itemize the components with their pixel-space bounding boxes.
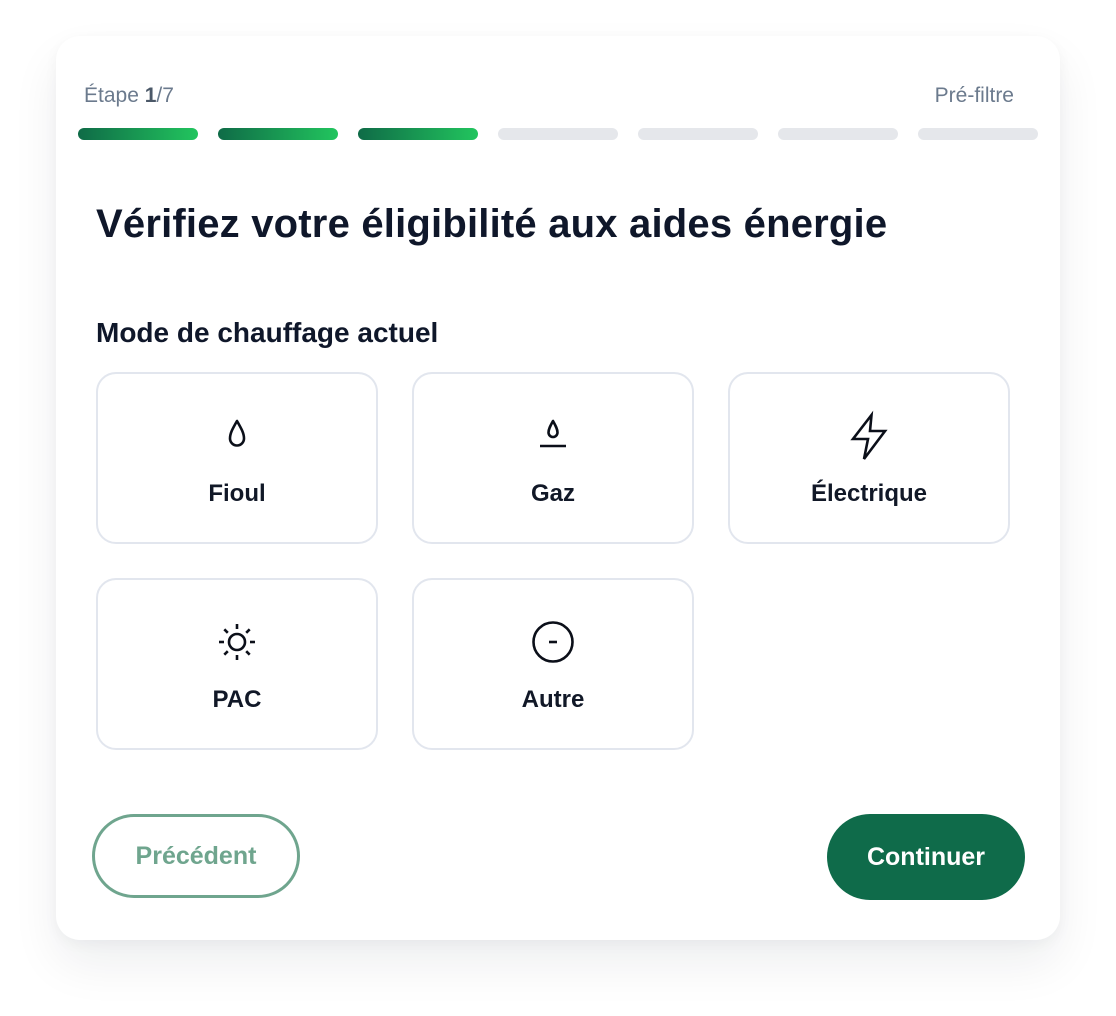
- page-title: Vérifiez votre éligibilité aux aides éne…: [96, 202, 888, 246]
- progress-segment-7: [918, 128, 1038, 140]
- progress-segment-3: [358, 128, 478, 140]
- option-electrique[interactable]: Électrique: [728, 372, 1010, 544]
- continue-button[interactable]: Continuer: [827, 814, 1025, 900]
- step-total: /7: [156, 84, 174, 107]
- option-label: Électrique: [810, 480, 928, 507]
- option-label: PAC: [212, 686, 262, 713]
- previous-button[interactable]: Précédent: [92, 814, 300, 898]
- minus-circle-icon: [527, 616, 579, 668]
- progress-segment-1: [78, 128, 198, 140]
- section-tag: Pré-filtre: [934, 84, 1014, 107]
- droplet-icon: [211, 410, 263, 462]
- option-autre[interactable]: Autre: [412, 578, 694, 750]
- lightning-bolt-icon: [843, 410, 895, 462]
- option-pac[interactable]: PAC: [96, 578, 378, 750]
- option-gaz[interactable]: Gaz: [412, 372, 694, 544]
- step-prefix: Étape: [84, 84, 145, 107]
- step-current: 1: [144, 84, 157, 107]
- progress-segment-2: [218, 128, 338, 140]
- step-indicator: Étape 1/7: [84, 84, 174, 108]
- question-label: Mode de chauffage actuel: [96, 317, 439, 348]
- option-label: Autre: [521, 686, 585, 713]
- option-label: Fioul: [208, 480, 266, 507]
- gas-flame-icon: [527, 410, 579, 462]
- option-fioul[interactable]: Fioul: [96, 372, 378, 544]
- progress-bar: [78, 128, 1038, 140]
- sun-icon: [211, 616, 263, 668]
- option-label: Gaz: [530, 480, 575, 507]
- progress-segment-4: [498, 128, 618, 140]
- progress-segment-5: [638, 128, 758, 140]
- eligibility-card: Étape 1/7 Pré-filtre Vérifiez votre élig…: [56, 36, 1060, 940]
- progress-segment-6: [778, 128, 898, 140]
